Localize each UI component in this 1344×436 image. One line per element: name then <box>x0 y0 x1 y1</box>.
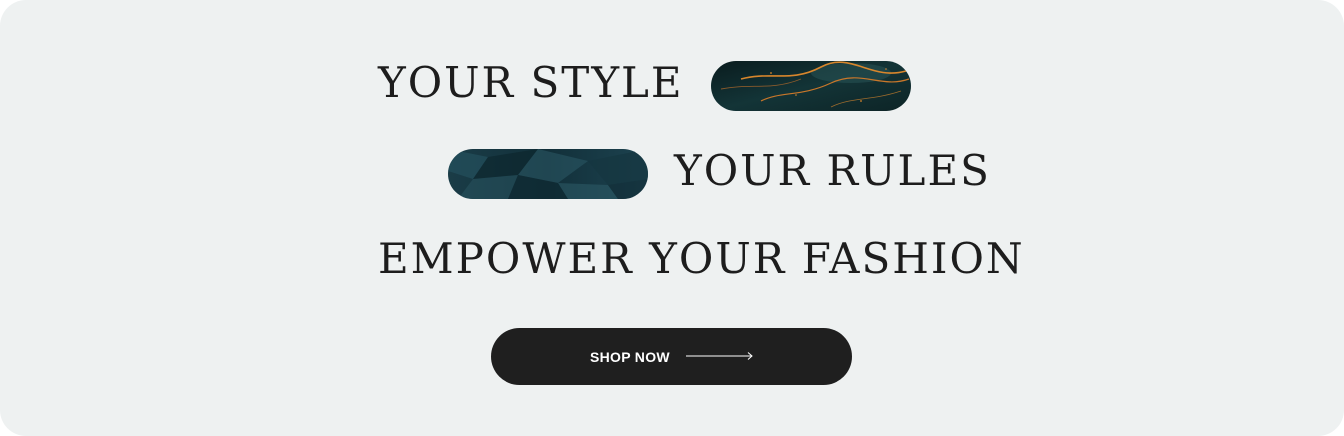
texture-image-streaks <box>711 61 911 111</box>
shop-now-button[interactable]: SHOP NOW <box>491 328 852 385</box>
hero-banner: YOUR STYLE YOUR RULES EMPOWER YOUR FASHI… <box>0 0 1344 436</box>
long-arrow-right-icon <box>686 352 753 360</box>
texture-image-crumpled <box>448 149 648 199</box>
shop-now-label: SHOP NOW <box>590 349 670 365</box>
headline-your-rules: YOUR RULES <box>674 146 991 195</box>
headline-empower: EMPOWER YOUR FASHION <box>378 234 1025 283</box>
headline-your-style: YOUR STYLE <box>378 58 684 107</box>
